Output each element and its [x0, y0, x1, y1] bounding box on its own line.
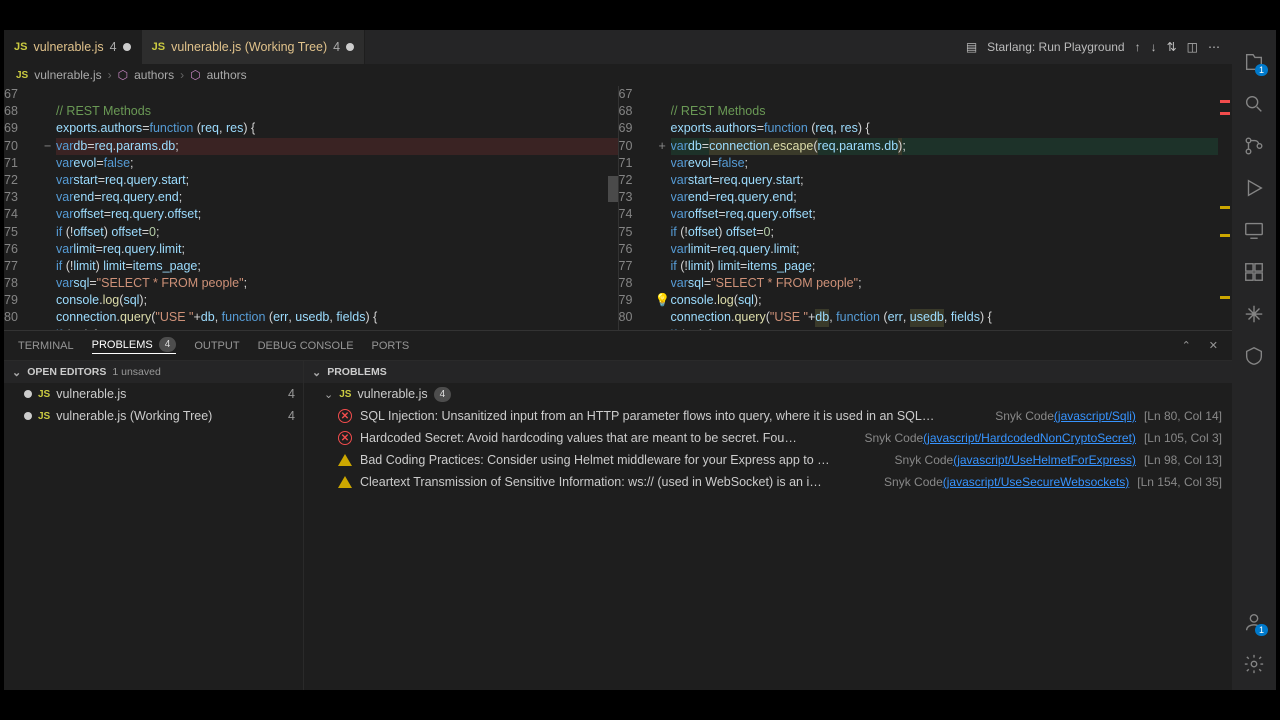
problem-message: Hardcoded Secret: Avoid hardcoding value… — [360, 431, 856, 445]
swap-icon[interactable]: ⇅ — [1167, 40, 1177, 54]
activity-bar: 1 1 — [1232, 30, 1276, 690]
js-icon: JS — [339, 389, 351, 400]
tab-vulnerable[interactable]: JS vulnerable.js 4 — [4, 30, 142, 64]
problem-message: Bad Coding Practices: Consider using Hel… — [360, 453, 887, 467]
open-editor-count: 4 — [288, 409, 295, 423]
problem-source: Snyk Code(javascript/UseHelmetForExpress… — [895, 453, 1136, 467]
problem-row[interactable]: ✕ SQL Injection: Unsanitized input from a… — [304, 405, 1232, 427]
diff-right-pane[interactable]: 676869707172737475767778798081 +💡 // RES… — [619, 86, 1233, 330]
run-config-label[interactable]: Starlang: Run Playground — [987, 40, 1124, 54]
chevron-up-icon[interactable]: ⌃ — [1182, 339, 1191, 352]
js-icon: JS — [152, 41, 165, 53]
dirty-dot-icon — [123, 43, 131, 51]
breadcrumb-symbol: authors — [207, 68, 247, 82]
close-icon[interactable]: ✕ — [1209, 339, 1218, 352]
dirty-dot-icon — [346, 43, 354, 51]
arrow-down-icon[interactable]: ↓ — [1151, 40, 1157, 54]
problem-message: Cleartext Transmission of Sensitive Info… — [360, 475, 876, 489]
js-icon: JS — [14, 41, 27, 53]
js-icon: JS — [16, 70, 28, 81]
error-icon: ✕ — [338, 409, 352, 423]
settings-gear-icon[interactable] — [1242, 652, 1266, 676]
breadcrumb-symbol: authors — [134, 68, 174, 82]
tab-terminal[interactable]: TERMINAL — [18, 340, 74, 352]
goto-icon[interactable]: ▤ — [966, 40, 977, 54]
problem-location: [Ln 98, Col 13] — [1144, 453, 1222, 467]
problem-row[interactable]: Cleartext Transmission of Sensitive Info… — [304, 471, 1232, 493]
problem-message: SQL Injection: Unsanitized input from an… — [360, 409, 987, 423]
problem-location: [Ln 154, Col 35] — [1137, 475, 1222, 489]
problem-row[interactable]: Bad Coding Practices: Consider using Hel… — [304, 449, 1232, 471]
problem-source: Snyk Code(javascript/UseSecureWebsockets… — [884, 475, 1129, 489]
dirty-dot-icon — [24, 412, 32, 420]
tab-badge: 4 — [333, 40, 340, 54]
bottom-panel: TERMINAL PROBLEMS 4 OUTPUT DEBUG CONSOLE… — [4, 330, 1232, 690]
tab-bar: JS vulnerable.js 4 JS vulnerable.js (Wor… — [4, 30, 1232, 64]
arrow-up-icon[interactable]: ↑ — [1135, 40, 1141, 54]
problem-link[interactable]: (javascript/UseHelmetForExpress) — [953, 453, 1136, 467]
open-editors-view: ⌄ OPEN EDITORS 1 unsaved JS vulnerable.js… — [4, 361, 304, 690]
dirty-dot-icon — [24, 390, 32, 398]
warning-icon — [338, 454, 352, 466]
problem-location: [Ln 80, Col 14] — [1144, 409, 1222, 423]
extensions-icon[interactable] — [1242, 260, 1266, 284]
problem-source: Snyk Code(javascript/Sqli) — [995, 409, 1136, 423]
search-icon[interactable] — [1242, 92, 1266, 116]
source-control-icon[interactable] — [1242, 134, 1266, 158]
tab-ports[interactable]: PORTS — [372, 340, 410, 352]
open-editor-name: vulnerable.js (Working Tree) — [56, 409, 212, 423]
js-icon: JS — [38, 389, 50, 400]
tab-problems[interactable]: PROBLEMS 4 — [92, 337, 177, 354]
more-icon[interactable]: ⋯ — [1208, 40, 1220, 54]
open-editors-header[interactable]: ⌄ OPEN EDITORS 1 unsaved — [4, 361, 303, 383]
problem-link[interactable]: (javascript/HardcodedNonCryptoSecret) — [923, 431, 1136, 445]
scrollbar-thumb[interactable] — [608, 176, 618, 202]
problem-row[interactable]: ✕ Hardcoded Secret: Avoid hardcoding valu… — [304, 427, 1232, 449]
minimap[interactable] — [1218, 86, 1232, 330]
accounts-icon[interactable]: 1 — [1242, 610, 1266, 634]
breadcrumb[interactable]: JS vulnerable.js › ⬡ authors › ⬡ authors — [4, 64, 1232, 86]
panel-tabs: TERMINAL PROBLEMS 4 OUTPUT DEBUG CONSOLE… — [4, 331, 1232, 361]
problem-file-name: vulnerable.js — [357, 387, 427, 401]
remote-icon[interactable] — [1242, 218, 1266, 242]
tab-working-tree[interactable]: JS vulnerable.js (Working Tree) 4 — [142, 30, 366, 64]
diff-editor[interactable]: 676869707172737475767778798081 − // REST… — [4, 86, 1232, 330]
diff-left-pane[interactable]: 676869707172737475767778798081 − // REST… — [4, 86, 619, 330]
open-editor-name: vulnerable.js — [56, 387, 126, 401]
js-icon: JS — [38, 411, 50, 422]
problems-count-badge: 4 — [159, 337, 177, 352]
warning-icon — [338, 476, 352, 488]
open-editor-count: 4 — [288, 387, 295, 401]
snyk-icon[interactable] — [1242, 344, 1266, 368]
problem-link[interactable]: (javascript/Sqli) — [1054, 409, 1136, 423]
tab-badge: 4 — [110, 40, 117, 54]
error-icon: ✕ — [338, 431, 352, 445]
tab-debug-console[interactable]: DEBUG CONSOLE — [258, 340, 354, 352]
problems-header[interactable]: ⌄ PROBLEMS — [304, 361, 1232, 383]
tab-label: vulnerable.js (Working Tree) — [171, 40, 327, 54]
problem-location: [Ln 105, Col 3] — [1144, 431, 1222, 445]
problem-file-count: 4 — [434, 387, 452, 402]
sparkle-icon[interactable] — [1242, 302, 1266, 326]
problems-view: ⌄ PROBLEMS ⌄ JS vulnerable.js 4 ✕ SQL Inj… — [304, 361, 1232, 690]
explorer-icon[interactable]: 1 — [1242, 50, 1266, 74]
problem-source: Snyk Code(javascript/HardcodedNonCryptoS… — [864, 431, 1135, 445]
problem-file-row[interactable]: ⌄ JS vulnerable.js 4 — [304, 383, 1232, 405]
tab-label: vulnerable.js — [33, 40, 103, 54]
open-editor-item[interactable]: JS vulnerable.js 4 — [4, 383, 303, 405]
problem-link[interactable]: (javascript/UseSecureWebsockets) — [943, 475, 1130, 489]
breadcrumb-file: vulnerable.js — [34, 68, 101, 82]
open-editor-item[interactable]: JS vulnerable.js (Working Tree) 4 — [4, 405, 303, 427]
split-editor-icon[interactable]: ◫ — [1187, 40, 1198, 54]
run-debug-icon[interactable] — [1242, 176, 1266, 200]
tab-output[interactable]: OUTPUT — [194, 340, 239, 352]
